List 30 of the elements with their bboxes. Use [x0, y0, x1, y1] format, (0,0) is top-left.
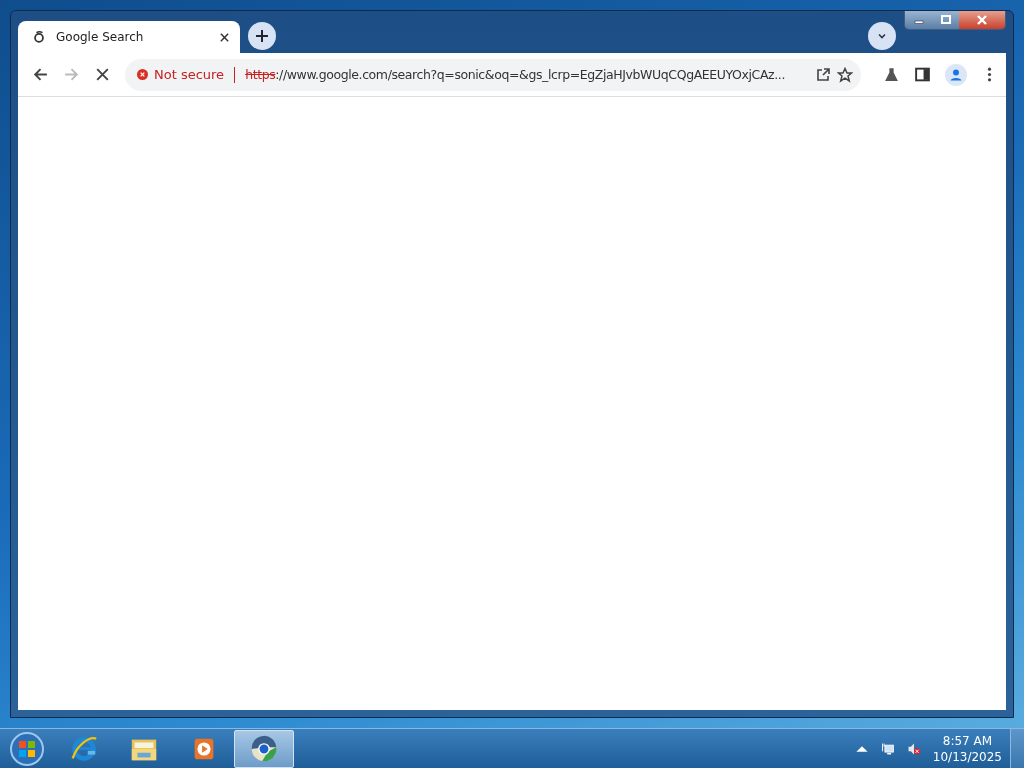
back-icon[interactable] — [32, 66, 49, 83]
browser-tab[interactable]: Google Search — [18, 21, 240, 53]
close-window-button[interactable] — [959, 11, 1005, 29]
loading-icon — [32, 30, 46, 44]
close-icon[interactable] — [219, 31, 230, 43]
maximize-button[interactable] — [932, 11, 959, 29]
share-icon[interactable] — [815, 66, 831, 83]
windows-logo-icon — [9, 730, 45, 767]
minimize-button[interactable] — [905, 11, 932, 29]
profile-icon[interactable] — [945, 63, 967, 86]
volume-icon[interactable] — [906, 741, 921, 756]
address-bar[interactable]: Not secure https://www.google.com/search?q=sonic&oq=&gs_lcrp=EgZjaHJvbWUqCQgAEEUYOxjCAz... — [125, 58, 861, 91]
new-tab-button[interactable] — [248, 22, 276, 50]
close-icon — [976, 15, 988, 25]
browser-taskbar-button[interactable] — [234, 729, 294, 768]
network-icon[interactable] — [880, 741, 895, 756]
tab-title: Google Search — [56, 30, 145, 44]
maximize-icon — [939, 15, 952, 25]
flask-icon[interactable] — [883, 66, 900, 83]
side-panel-icon[interactable] — [914, 66, 931, 83]
clock-time: 8:57 AM — [942, 732, 993, 749]
stop-icon[interactable] — [94, 66, 111, 83]
url-text: https://www.google.com/search?q=sonic&oq=&gs_lcrp=EgZjaHJvbWUqCQgAEEUYOxjCAz... — [245, 67, 786, 82]
star-icon[interactable] — [837, 66, 853, 83]
warning-icon — [137, 69, 148, 80]
security-label: Not secure — [154, 67, 225, 82]
tab-search-button[interactable] — [868, 22, 896, 50]
plus-icon — [255, 29, 269, 43]
clock-date: 10/13/2025 — [932, 748, 1002, 765]
browser-logo-icon — [249, 733, 279, 764]
